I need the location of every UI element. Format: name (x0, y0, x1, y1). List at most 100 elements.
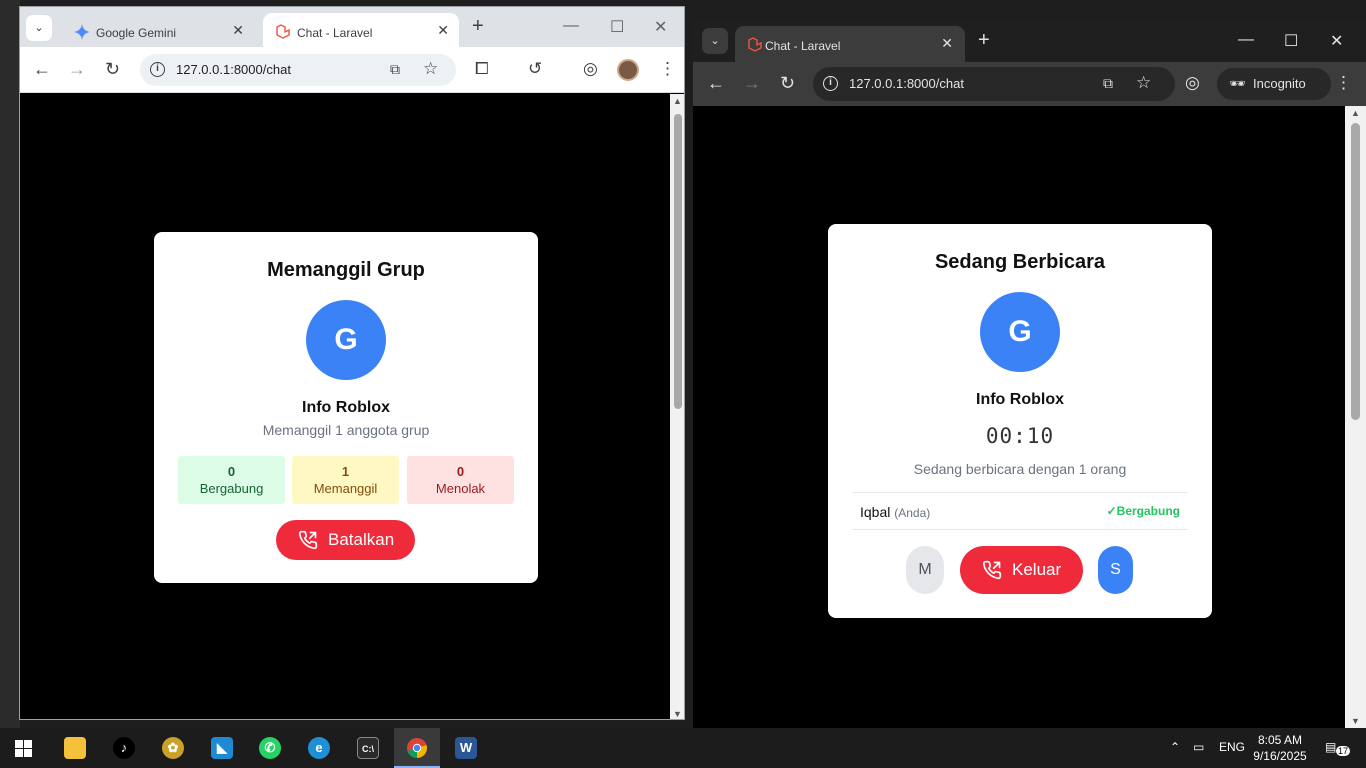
terminal-button[interactable]: C:\ (345, 728, 391, 768)
call-timer: 00:10 (985, 424, 1055, 448)
tab-strip: ⌄ Chat - Laravel ✕ + — ☐ ✕ (693, 20, 1366, 62)
browser-toolbar: ← → ↻ i 127.0.0.1:8000/chat ⧉ ☆ ⧠ ↺ ◎ ⋮ (20, 47, 684, 93)
minimize-button[interactable]: — (1238, 31, 1254, 49)
cancel-call-button[interactable]: Batalkan (276, 520, 415, 560)
app-button[interactable]: ✿ (150, 728, 196, 768)
url-text: 127.0.0.1:8000/chat (176, 62, 291, 77)
group-name: Info Roblox (302, 399, 390, 416)
translate-icon[interactable]: ⧉ (1103, 75, 1113, 92)
tab-search-button[interactable]: ⌄ (702, 28, 728, 54)
tab-chat-laravel[interactable]: Chat - Laravel ✕ (735, 26, 965, 62)
history-icon[interactable]: ↺ (528, 59, 542, 79)
vscode-icon: ◣ (211, 737, 233, 759)
mute-button[interactable]: M (906, 546, 944, 594)
close-tab-icon[interactable]: ✕ (232, 22, 244, 39)
speaker-button[interactable]: S (1098, 546, 1133, 594)
participant-status: ✓Bergabung (1106, 504, 1180, 518)
back-icon[interactable]: ← (707, 73, 725, 94)
stat-calling: 1 Memanggil (292, 456, 399, 504)
file-explorer-button[interactable] (52, 728, 98, 768)
call-subtitle: Sedang berbicara dengan 1 orang (913, 461, 1127, 477)
maximize-button[interactable]: ☐ (610, 17, 624, 37)
extensions-icon[interactable]: ⧠ (475, 59, 489, 79)
page-content: Sedang Berbicara G Info Roblox 00:10 Sed… (693, 106, 1345, 728)
stat-joined: 0 Bergabung (178, 456, 285, 504)
page-content: Memanggil Grup G Info Roblox Memanggil 1… (20, 94, 670, 719)
close-tab-icon[interactable]: ✕ (941, 35, 953, 52)
performance-icon[interactable]: ◎ (1185, 73, 1200, 93)
whatsapp-button[interactable]: ✆ (247, 728, 293, 768)
page-scrollbar[interactable]: ▲ ▼ (1345, 106, 1366, 728)
sunflower-icon: ✿ (162, 737, 184, 759)
forward-icon[interactable]: → (68, 59, 86, 80)
button-label: Batalkan (328, 530, 395, 549)
close-window-button[interactable]: ✕ (1330, 31, 1343, 51)
browser-window-right: ⌄ Chat - Laravel ✕ + — ☐ ✕ ← → ↻ i 127.0… (693, 20, 1366, 728)
chrome-button[interactable] (394, 728, 440, 768)
scroll-down-icon[interactable]: ▼ (1351, 716, 1360, 726)
address-bar[interactable]: i 127.0.0.1:8000/chat ⧉ ☆ (813, 67, 1175, 101)
tab-title: Chat - Laravel (297, 26, 373, 40)
phone-outgoing-icon (982, 560, 1002, 580)
laravel-icon (748, 37, 762, 52)
leave-call-button[interactable]: Keluar (960, 546, 1083, 594)
minimize-button[interactable]: — (563, 17, 579, 35)
tab-chat-laravel[interactable]: Chat - Laravel ✕ (263, 13, 459, 47)
incognito-badge[interactable]: 🕶 Incognito (1217, 68, 1331, 100)
notification-badge: 17 (1336, 746, 1351, 756)
phone-outgoing-icon (298, 530, 318, 550)
windows-icon (15, 740, 32, 757)
system-clock[interactable]: 8:05 AM 9/16/2025 (1252, 732, 1308, 764)
reload-icon[interactable]: ↻ (105, 59, 120, 80)
stat-count: 0 (227, 464, 236, 479)
edge-button[interactable]: e (296, 728, 342, 768)
close-tab-icon[interactable]: ✕ (437, 22, 449, 39)
tray-expand-icon[interactable]: ⌃ (1170, 740, 1180, 754)
tiktok-button[interactable]: ♪ (101, 728, 147, 768)
maximize-button[interactable]: ☐ (1284, 31, 1298, 51)
folder-icon (64, 737, 86, 759)
back-icon[interactable]: ← (33, 59, 51, 80)
call-title: Sedang Berbicara (934, 251, 1106, 273)
call-title: Memanggil Grup (267, 259, 425, 281)
word-button[interactable]: W (443, 728, 489, 768)
notification-icon[interactable]: ▤ (1325, 740, 1336, 754)
forward-icon[interactable]: → (743, 73, 761, 94)
scroll-up-icon[interactable]: ▲ (673, 96, 682, 106)
scroll-thumb[interactable] (1351, 123, 1360, 420)
start-button[interactable] (0, 728, 46, 768)
active-call-card: Sedang Berbicara G Info Roblox 00:10 Sed… (828, 224, 1212, 618)
new-tab-button[interactable]: + (978, 29, 990, 52)
new-tab-button[interactable]: + (472, 15, 484, 38)
tab-search-button[interactable]: ⌄ (26, 15, 52, 41)
group-avatar: G (980, 292, 1060, 372)
bookmark-star-icon[interactable]: ☆ (423, 59, 438, 79)
reload-icon[interactable]: ↻ (780, 73, 795, 94)
stat-count: 0 (456, 464, 465, 479)
site-info-icon[interactable]: i (823, 76, 838, 91)
language-indicator[interactable]: ENG (1219, 740, 1245, 754)
vscode-button[interactable]: ◣ (199, 728, 245, 768)
performance-icon[interactable]: ◎ (583, 59, 598, 79)
edge-icon: e (308, 737, 330, 759)
tab-google-gemini[interactable]: Google Gemini ✕ (62, 13, 254, 47)
windows-taskbar: ♪ ✿ ◣ ✆ e C:\ W ⌃ ▭ ENG 8:05 AM 9/16/202… (0, 728, 1366, 768)
scroll-thumb[interactable] (674, 114, 682, 409)
page-scrollbar[interactable]: ▲ ▼ (670, 94, 684, 719)
address-bar[interactable]: i 127.0.0.1:8000/chat ⧉ ☆ (140, 54, 456, 86)
close-window-button[interactable]: ✕ (654, 17, 667, 37)
translate-icon[interactable]: ⧉ (390, 61, 400, 78)
call-subtitle: Memanggil 1 anggota grup (262, 422, 430, 438)
browser-toolbar: ← → ↻ i 127.0.0.1:8000/chat ⧉ ☆ ◎ 🕶 Inco… (693, 62, 1366, 106)
url-text: 127.0.0.1:8000/chat (849, 76, 964, 91)
bookmark-star-icon[interactable]: ☆ (1136, 73, 1151, 93)
site-info-icon[interactable]: i (150, 62, 165, 77)
menu-icon[interactable]: ⋮ (659, 59, 676, 79)
menu-icon[interactable]: ⋮ (1335, 73, 1352, 93)
scroll-up-icon[interactable]: ▲ (1351, 108, 1360, 118)
profile-avatar[interactable] (617, 59, 639, 81)
clock-date: 9/16/2025 (1253, 749, 1307, 763)
scroll-down-icon[interactable]: ▼ (673, 709, 682, 719)
battery-icon[interactable]: ▭ (1193, 740, 1204, 754)
tab-title: Google Gemini (96, 26, 177, 40)
